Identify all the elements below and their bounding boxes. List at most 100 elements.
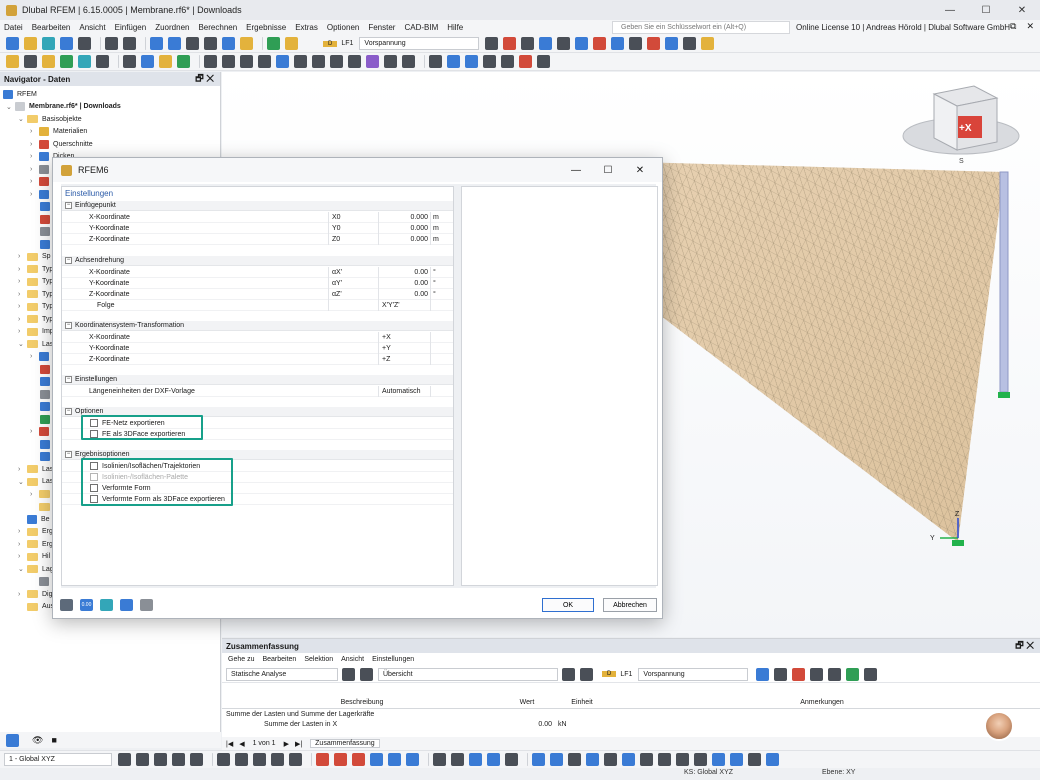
prev-page-button[interactable]: ◀ [239,740,244,748]
line-icon[interactable] [24,55,37,68]
collapse-icon[interactable]: − [65,257,72,264]
transform-y-row[interactable]: Y-Koordinate +Y [62,343,453,354]
dxf-unit-select[interactable]: Automatisch [382,388,421,395]
dxf-length-unit-row[interactable]: Längeneinheiten der DXF-Vorlage Automati… [62,386,453,397]
transfer-icon[interactable] [120,599,133,611]
isolines-checkbox[interactable] [90,462,98,470]
color-icon[interactable] [647,37,661,50]
menu-zuordnen[interactable]: Zuordnen [155,23,189,32]
visibility-tool-icon[interactable] [694,753,707,766]
camera-icon[interactable] [100,599,113,611]
selected-view-icon[interactable] [575,37,589,50]
save-icon[interactable] [60,37,73,50]
document-icon[interactable] [186,37,199,50]
section-coordinate-transformation[interactable]: − Koordinatensystem-Transformation [62,321,453,331]
row-value[interactable]: 0.000 [380,225,428,232]
draw-spline-icon[interactable] [289,753,302,766]
member-tool-icon[interactable] [42,55,55,68]
draw-circle-icon[interactable] [271,753,284,766]
collapse-icon[interactable]: − [65,451,72,458]
draw-polyline-icon[interactable] [253,753,266,766]
measure-tool-icon[interactable] [658,753,671,766]
column-description[interactable]: Beschreibung [222,699,502,708]
opening-icon[interactable] [96,55,109,68]
prev-icon[interactable] [562,667,575,681]
filter-icon[interactable] [756,667,770,681]
transform-x-row[interactable]: X-Koordinate +X [62,332,453,343]
table-row[interactable]: Summe der Lasten in X 0.00 kN [222,719,1040,730]
collapse-icon[interactable]: − [65,376,72,383]
draw-line-icon[interactable] [217,753,230,766]
solid-view-icon[interactable] [465,55,478,68]
summary-group-row[interactable]: Summe der Lasten und Summe der Lagerkräf… [222,709,1040,719]
section-options[interactable]: − Optionen [62,407,453,417]
insertion-x-row[interactable]: X-Koordinate X0 0.000 m [62,212,453,223]
transparency-icon[interactable] [766,753,779,766]
next-icon[interactable] [503,37,517,50]
row-symbol[interactable]: +Y [382,345,391,352]
shadow-icon[interactable] [501,55,514,68]
dialog-minimize-button[interactable]: — [560,161,592,179]
ortho-mode-icon[interactable] [568,753,581,766]
open-folder-icon[interactable] [24,37,37,50]
object-snap-icon[interactable] [586,753,599,766]
snap-end-icon[interactable] [190,753,203,766]
tree-item-querschnitte[interactable]: › Querschnitte [0,138,220,151]
menu-einfuegen[interactable]: Einfügen [115,23,147,32]
node-icon[interactable] [6,55,19,68]
mesh-icon[interactable] [177,55,190,68]
minimize-button[interactable]: — [932,0,968,20]
delete-icon[interactable] [519,55,532,68]
properties-icon[interactable] [140,599,153,611]
restore-icon[interactable]: ⧉ [1010,21,1016,32]
next-icon[interactable] [580,667,593,681]
menu-hilfe[interactable]: Hilfe [447,23,463,32]
snap-grid-icon[interactable] [118,753,131,766]
rotate-tool-icon[interactable] [676,753,689,766]
display-mode-icon[interactable] [712,753,725,766]
fe-mesh-export-row[interactable]: FE-Netz exportieren [62,418,453,429]
mirror-icon[interactable] [348,55,361,68]
load-case-icon[interactable] [285,37,298,50]
solid-icon[interactable] [78,55,91,68]
deformed-3dface-row[interactable]: Verformte Form als 3DFace exportieren [62,494,453,505]
prev-icon[interactable] [342,667,355,681]
snap-icon[interactable] [258,55,271,68]
data-tab-icon[interactable] [6,733,19,747]
units-icon[interactable]: 0.00 [80,599,93,611]
surface-icon[interactable] [60,55,73,68]
guide-icon[interactable] [240,55,253,68]
print-icon[interactable] [864,667,878,681]
member-chain-icon[interactable] [370,753,383,766]
render-icon[interactable] [429,55,442,68]
layers-icon[interactable] [748,753,761,766]
member-draw-icon[interactable] [316,753,329,766]
menu-ansicht[interactable]: Ansicht [79,23,105,32]
tree-item-basisobjekte[interactable]: ⌄ Basisobjekte [0,113,220,126]
new-file-icon[interactable] [6,37,19,50]
load-case-name[interactable]: Vorspannung [359,37,480,50]
columns-icon[interactable] [828,667,842,681]
section-insertion-point[interactable]: − Einfügepunkt [62,201,453,211]
rotation-y-row[interactable]: Y-Koordinate αY' 0.00 ° [62,278,453,289]
cloud-icon[interactable] [42,37,55,50]
next-icon[interactable] [360,667,373,681]
collapse-icon[interactable]: − [65,408,72,415]
redo-icon[interactable] [123,37,136,50]
search-icon[interactable] [60,599,73,611]
results-icon[interactable] [240,37,253,50]
maximize-button[interactable]: ☐ [968,0,1004,20]
rotation-x-row[interactable]: X-Koordinate αX' 0.00 ° [62,267,453,278]
menu-bearbeiten[interactable]: Bearbeiten [32,23,71,32]
settings-icon[interactable] [629,37,643,50]
tree-item-materialien[interactable]: › Materialien [0,126,220,139]
rotation-sequence-row[interactable]: Folge X'Y'Z' [62,300,453,311]
tree-item-rfem[interactable]: RFEM [0,88,220,101]
grid-icon[interactable] [611,37,625,50]
explode-icon[interactable] [384,55,397,68]
column-unit[interactable]: Einheit [552,699,612,708]
expand-icon[interactable]: › [30,141,39,148]
transform-z-row[interactable]: Z-Koordinate +Z [62,354,453,365]
move-icon[interactable] [312,55,325,68]
axis-icon[interactable] [701,37,715,50]
